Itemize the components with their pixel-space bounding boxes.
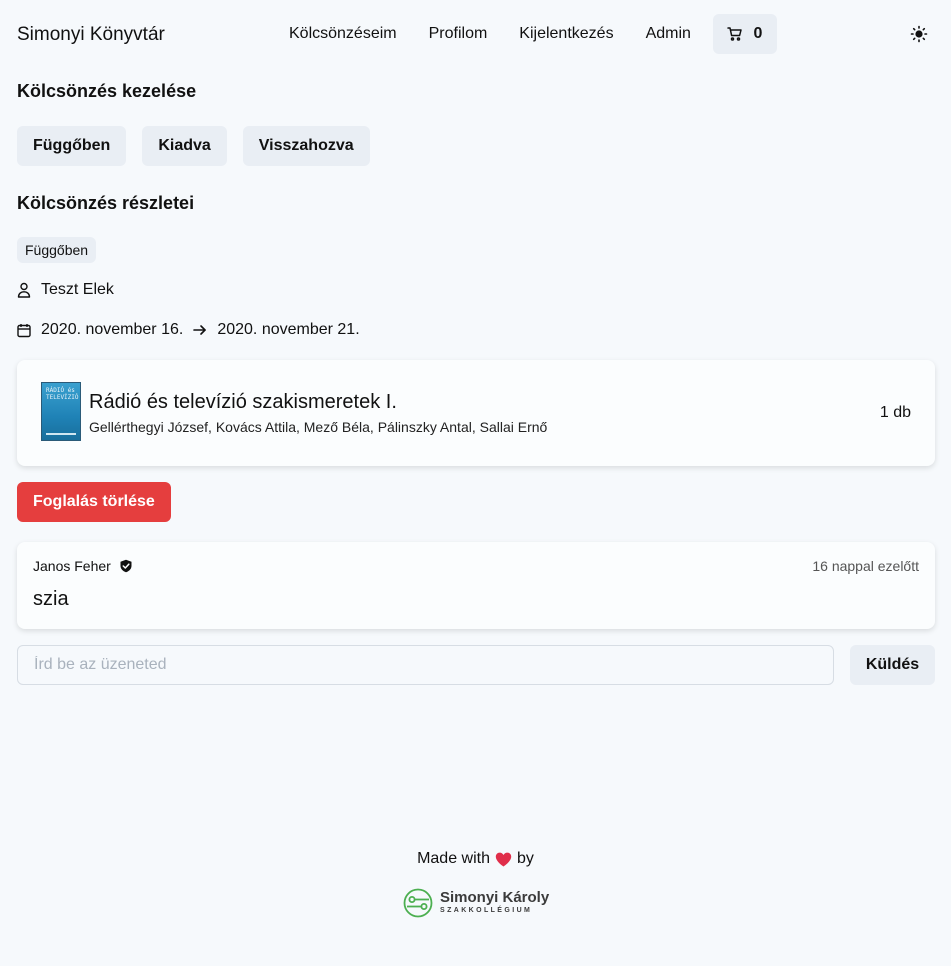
- made-with-text: Made with by: [417, 850, 534, 868]
- date-to: 2020. november 21.: [217, 321, 360, 338]
- sun-icon: [910, 25, 928, 43]
- send-button[interactable]: Küldés: [850, 645, 935, 685]
- cart-count: 0: [753, 25, 763, 42]
- status-issued-button[interactable]: Kiadva: [142, 126, 227, 166]
- status-returned-button[interactable]: Visszahozva: [242, 126, 370, 166]
- date-row: 2020. november 16. 2020. november 21.: [17, 321, 360, 339]
- nav-profile[interactable]: Profilom: [429, 25, 488, 43]
- theme-toggle-button[interactable]: [909, 24, 929, 44]
- footer: Made with by Simonyi Károly SZAKKOLLÉGIU…: [0, 850, 951, 918]
- heart-icon: [495, 852, 512, 866]
- user-name: Teszt Elek: [41, 281, 114, 298]
- status-button-group: Függőben Kiadva Visszahozva: [17, 126, 370, 166]
- cart-button[interactable]: 0: [712, 14, 777, 54]
- status-pending-button[interactable]: Függőben: [17, 126, 127, 166]
- nav-my-loans[interactable]: Kölcsönzéseim: [289, 25, 397, 43]
- book-title[interactable]: Rádió és televízió szakismeretek I.: [89, 391, 397, 414]
- book-cover-image[interactable]: RÁDIÓ és TELEVÍZIÓ: [41, 382, 81, 441]
- book-cover-text: RÁDIÓ és TELEVÍZIÓ: [46, 387, 79, 401]
- header: Simonyi Könyvtár Kölcsönzéseim Profilom …: [0, 0, 951, 70]
- comment-text: szia: [33, 588, 69, 610]
- delete-reservation-button[interactable]: Foglalás törlése: [17, 482, 171, 522]
- book-authors: Gellérthegyi József, Kovács Attila, Mező…: [89, 419, 548, 435]
- comment-time: 16 nappal ezelőtt: [812, 558, 919, 574]
- main-nav: Kölcsönzéseim Profilom Kijelentkezés Adm…: [289, 14, 777, 54]
- book-cover-stripe: [46, 433, 76, 435]
- logo-text: Simonyi Károly SZAKKOLLÉGIUM: [440, 890, 549, 916]
- status-badge: Függőben: [17, 237, 97, 263]
- arrow-right-icon: [193, 325, 207, 335]
- brand-title[interactable]: Simonyi Könyvtár: [17, 24, 165, 46]
- comment-author: Janos Feher: [33, 558, 111, 574]
- comment-card: Janos Feher 16 nappal ezelőtt szia: [17, 542, 935, 629]
- comment-author-row: Janos Feher: [33, 558, 133, 574]
- book-card: RÁDIÓ és TELEVÍZIÓ Rádió és televízió sz…: [17, 360, 935, 466]
- date-from: 2020. november 16.: [41, 321, 184, 338]
- user-icon: [17, 282, 31, 298]
- simonyi-logo-icon: [403, 888, 433, 918]
- logo-subtitle: SZAKKOLLÉGIUM: [440, 907, 533, 914]
- manage-loan-heading: Kölcsönzés kezelése: [17, 81, 197, 101]
- message-input[interactable]: [17, 645, 834, 685]
- calendar-icon: [17, 323, 31, 337]
- made-with-label: Made with: [417, 850, 490, 867]
- nav-logout[interactable]: Kijelentkezés: [519, 25, 613, 43]
- book-quantity: 1 db: [879, 404, 911, 421]
- loan-details-heading: Kölcsönzés részletei: [17, 193, 195, 213]
- nav-admin[interactable]: Admin: [646, 25, 691, 43]
- cart-icon: [727, 27, 743, 41]
- user-row: Teszt Elek: [17, 281, 114, 299]
- by-label: by: [517, 850, 534, 867]
- simonyi-logo[interactable]: Simonyi Károly SZAKKOLLÉGIUM: [403, 888, 549, 918]
- verified-shield-icon: [120, 559, 132, 573]
- logo-name: Simonyi Károly: [440, 889, 550, 906]
